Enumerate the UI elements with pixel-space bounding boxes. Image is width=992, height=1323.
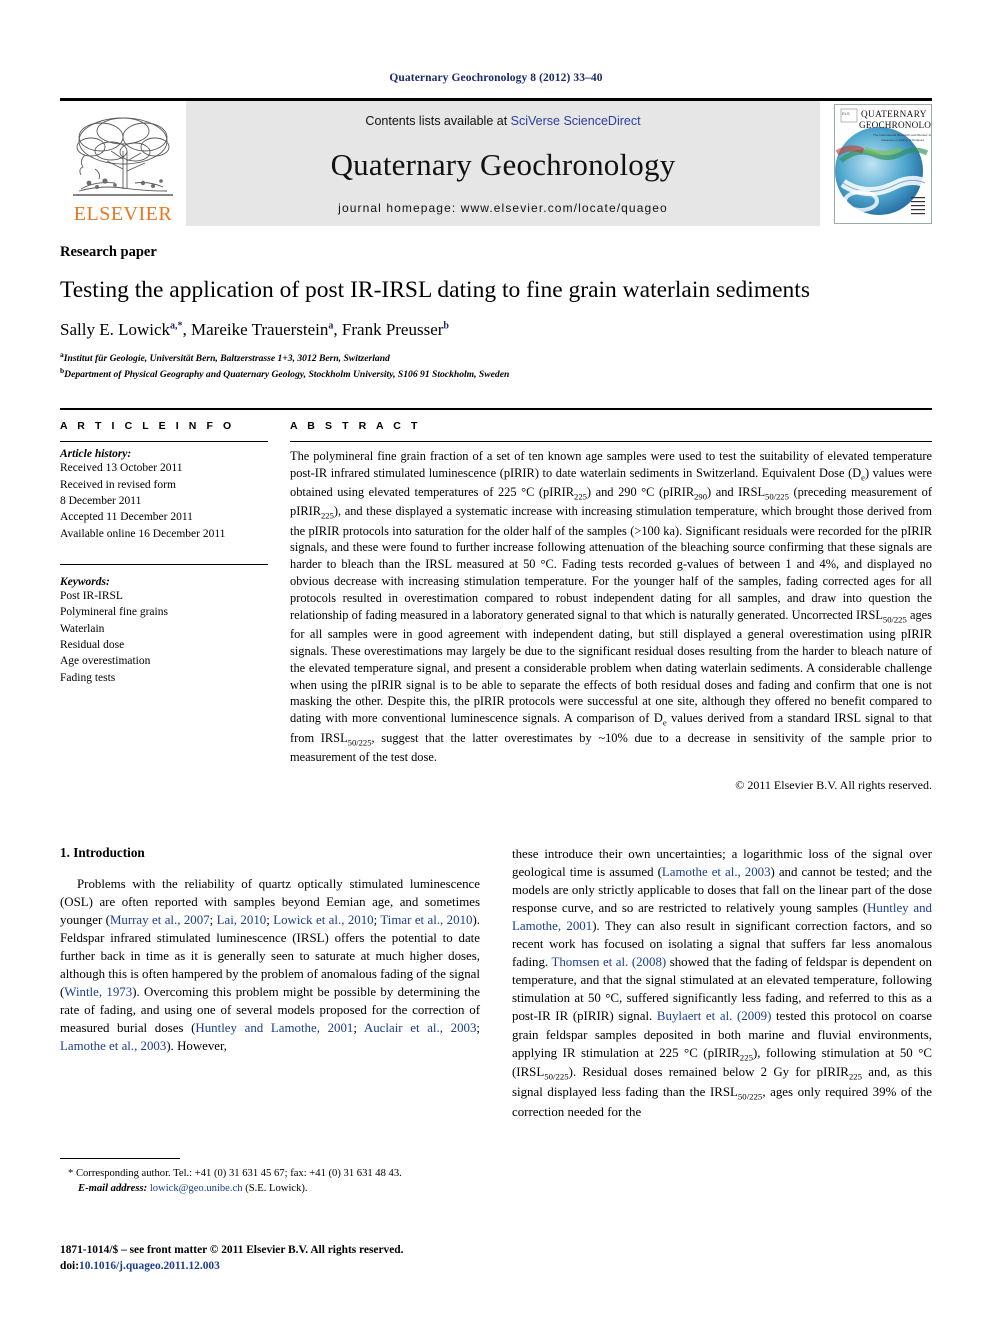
title-block: Research paper Testing the application o… bbox=[60, 244, 932, 382]
article-history-label: Article history: bbox=[60, 448, 132, 461]
history-item: Available online 16 December 2011 bbox=[60, 527, 226, 540]
keyword-item: Post IR-IRSL bbox=[60, 589, 123, 602]
abstract-column: A B S T R A C T The polymineral fine gra… bbox=[290, 420, 932, 793]
svg-text:QUATERNARY: QUATERNARY bbox=[861, 109, 927, 119]
corresponding-author-note: * Corresponding author. Tel.: +41 (0) 31… bbox=[68, 1168, 402, 1179]
page-title: Testing the application of post IR-IRSL … bbox=[60, 277, 810, 303]
svg-text:ELS: ELS bbox=[842, 111, 850, 116]
history-item: 8 December 2011 bbox=[60, 494, 142, 507]
journal-homepage[interactable]: journal homepage: www.elsevier.com/locat… bbox=[338, 201, 668, 215]
keywords-rule bbox=[60, 563, 268, 565]
elsevier-wordmark: ELSEVIER bbox=[73, 203, 173, 225]
article-type-kicker: Research paper bbox=[60, 244, 157, 260]
author-3-marks: b bbox=[443, 320, 449, 332]
article-page: Quaternary Geochronology 8 (2012) 33–40 bbox=[0, 0, 992, 1323]
article-history-block: Article history: Received 13 October 201… bbox=[60, 442, 268, 542]
history-item: Received 13 October 2011 bbox=[60, 462, 183, 475]
keywords-list: Post IR-IRSL Polymineral fine grains Wat… bbox=[60, 588, 268, 686]
article-info-heading: A R T I C L E I N F O bbox=[60, 420, 235, 433]
keyword-item: Fading tests bbox=[60, 671, 116, 684]
section-heading-introduction: 1. Introduction bbox=[60, 844, 145, 860]
issn-line: 1871-1014/$ – see front matter © 2011 El… bbox=[60, 1244, 404, 1256]
author-3: Frank Preusserb bbox=[341, 320, 449, 340]
intro-paragraph-right: these introduce their own uncertainties;… bbox=[512, 846, 933, 1120]
keywords-label: Keywords: bbox=[60, 575, 110, 588]
sciencedirect-link[interactable]: SciVerse ScienceDirect bbox=[511, 114, 641, 128]
email-note: E-mail address: lowick@geo.unibe.ch (S.E… bbox=[60, 1181, 460, 1196]
abstract-heading: A B S T R A C T bbox=[290, 420, 421, 433]
article-info-column: A R T I C L E I N F O Article history: R… bbox=[60, 420, 290, 793]
contents-lists-line: Contents lists available at SciVerse Sci… bbox=[365, 114, 640, 128]
contents-prefix: Contents lists available at bbox=[365, 114, 511, 128]
doi-label: doi: bbox=[60, 1259, 79, 1272]
journal-cover-thumbnail: ELS QUATERNARY GEOCHRONOLOGY The Interna… bbox=[834, 103, 932, 224]
journal-title: Quaternary Geochronology bbox=[330, 147, 676, 182]
journal-cover-art-icon: ELS QUATERNARY GEOCHRONOLOGY The Interna… bbox=[835, 104, 931, 223]
issn-doi-block: 1871-1014/$ – see front matter © 2011 El… bbox=[60, 1243, 480, 1275]
masthead-center: Contents lists available at SciVerse Sci… bbox=[186, 101, 820, 226]
article-history-list: Received 13 October 2011 Received in rev… bbox=[60, 460, 268, 542]
body-columns: 1. Introduction Problems with the reliab… bbox=[60, 845, 932, 1121]
keyword-item: Waterlain bbox=[60, 622, 105, 635]
abstract-rule bbox=[290, 441, 932, 443]
svg-text:GEOCHRONOLOGY: GEOCHRONOLOGY bbox=[859, 120, 931, 130]
body-column-left: 1. Introduction Problems with the reliab… bbox=[60, 845, 480, 1121]
author-1: Sally E. Lowicka,* bbox=[60, 320, 183, 340]
info-abstract-region: A R T I C L E I N F O Article history: R… bbox=[60, 408, 932, 793]
history-item: Received in revised form bbox=[60, 478, 176, 491]
journal-masthead: ELSEVIER Contents lists available at Sci… bbox=[60, 98, 932, 226]
doi-link[interactable]: 10.1016/j.quageo.2011.12.003 bbox=[79, 1260, 220, 1272]
footnote-rule bbox=[60, 1158, 180, 1159]
email-owner: (S.E. Lowick). bbox=[245, 1183, 308, 1195]
footnote-area: * Corresponding author. Tel.: +41 (0) 31… bbox=[60, 1158, 460, 1197]
abstract-copyright: © 2011 Elsevier B.V. All rights reserved… bbox=[735, 777, 932, 792]
keyword-item: Polymineral fine grains bbox=[60, 606, 168, 619]
elsevier-tree-icon bbox=[73, 117, 173, 196]
svg-text:Advances in Dating Techniques: Advances in Dating Techniques bbox=[881, 138, 925, 142]
keyword-item: Residual dose bbox=[60, 638, 125, 651]
author-2-marks: a bbox=[328, 320, 334, 332]
doi-line: doi:10.1016/j.quageo.2011.12.003 bbox=[60, 1259, 480, 1275]
intro-paragraph-left: Problems with the reliability of quartz … bbox=[60, 876, 481, 1054]
svg-text:The International Research and: The International Research and Review Jo… bbox=[873, 133, 931, 137]
author-2: Mareike Trauersteina bbox=[191, 320, 334, 340]
author-list: Sally E. Lowicka,*, Mareike Trauersteina… bbox=[60, 320, 449, 340]
keyword-item: Age overestimation bbox=[60, 655, 151, 668]
elsevier-logo: ELSEVIER bbox=[60, 101, 186, 226]
affiliation-a: aInstitut für Geologie, Universität Bern… bbox=[60, 350, 390, 365]
abstract-text: The polymineral fine grain fraction of a… bbox=[290, 449, 932, 764]
author-1-marks: a,* bbox=[170, 320, 183, 332]
body-column-right: these introduce their own uncertainties;… bbox=[512, 845, 932, 1121]
email-link[interactable]: lowick@geo.unibe.ch bbox=[150, 1183, 243, 1194]
history-item: Accepted 11 December 2011 bbox=[60, 511, 193, 524]
running-head: Quaternary Geochronology 8 (2012) 33–40 bbox=[389, 72, 603, 84]
affiliation-b: bDepartment of Physical Geography and Qu… bbox=[60, 366, 510, 381]
email-label: E-mail address: bbox=[78, 1183, 148, 1195]
keywords-block: Keywords: Post IR-IRSL Polymineral fine … bbox=[60, 571, 268, 686]
